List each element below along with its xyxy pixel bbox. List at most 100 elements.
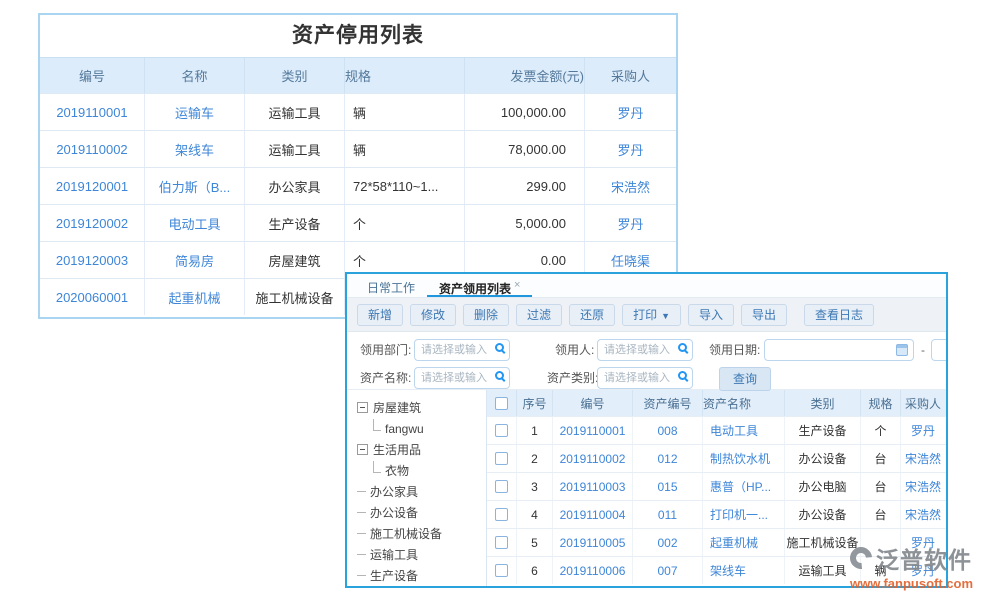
row-checkbox[interactable] <box>495 536 508 549</box>
asset-category: 施工机械设备 <box>245 279 345 315</box>
search-icon[interactable] <box>495 343 504 352</box>
asset-name-link[interactable]: 起重机械 <box>703 529 785 556</box>
asset-name-link[interactable]: 伯力斯（B... <box>145 168 245 204</box>
asset-category-field-wrap <box>597 367 693 389</box>
asset-category: 运输工具 <box>245 131 345 167</box>
tree-node[interactable]: fangwu <box>357 418 486 439</box>
tree-node[interactable]: 办公家具 <box>357 481 486 502</box>
asset-number-link[interactable]: 2019110001 <box>40 94 145 130</box>
row-checkbox[interactable] <box>495 480 508 493</box>
col-header-amount: 发票金额(元) <box>465 58 585 93</box>
invoice-amount: 299.00 <box>465 168 585 204</box>
tab-bar: 日常工作 资产领用列表× <box>347 274 946 298</box>
asset-name-link[interactable]: 打印机一... <box>703 501 785 528</box>
category-tree: 房屋建筑 fangwu 生活用品 衣物 办公家具 办公设备 施工机械设备 运输工… <box>347 390 487 586</box>
asset-category: 办公家具 <box>245 168 345 204</box>
table1-header: 编号 名称 类别 规格 发票金额(元) 采购人 <box>40 57 676 93</box>
search-icon[interactable] <box>678 371 687 380</box>
tab-close-icon[interactable]: × <box>514 279 520 291</box>
asset-name-link[interactable]: 电动工具 <box>145 205 245 241</box>
asset-no-link[interactable]: 015 <box>633 473 703 500</box>
asset-name-link[interactable]: 电动工具 <box>703 417 785 444</box>
asset-number-link[interactable]: 2019120001 <box>40 168 145 204</box>
asset-no-link[interactable]: 007 <box>633 557 703 584</box>
tree-connector <box>373 419 381 431</box>
row-checkbox[interactable] <box>495 508 508 521</box>
seq: 1 <box>517 417 553 444</box>
filter-button[interactable]: 过滤 <box>516 304 562 326</box>
code-link[interactable]: 2019110005 <box>553 529 633 556</box>
asset-name-link[interactable]: 惠普（HP... <box>703 473 785 500</box>
category: 办公电脑 <box>785 473 861 500</box>
date-to-input[interactable] <box>931 339 948 361</box>
asset-no-link[interactable]: 002 <box>633 529 703 556</box>
tree-node[interactable]: 运输工具 <box>357 544 486 565</box>
view-log-button[interactable]: 查看日志 <box>804 304 874 326</box>
code-link[interactable]: 2019110004 <box>553 501 633 528</box>
asset-number-link[interactable]: 2019120003 <box>40 242 145 278</box>
asset-spec: 72*58*110~1... <box>345 168 465 204</box>
col-header-seq: 序号 <box>517 390 553 416</box>
asset-name-link[interactable]: 简易房 <box>145 242 245 278</box>
asset-category: 房屋建筑 <box>245 242 345 278</box>
code-link[interactable]: 2019110002 <box>553 445 633 472</box>
category: 办公设备 <box>785 501 861 528</box>
tree-node[interactable]: 施工机械设备 <box>357 523 486 544</box>
tree-node[interactable]: 办公设备 <box>357 502 486 523</box>
asset-name-link[interactable]: 起重机械 <box>145 279 245 315</box>
tab-daily-work[interactable]: 日常工作 <box>355 274 427 297</box>
tab-asset-requisition-list[interactable]: 资产领用列表× <box>427 274 532 297</box>
col-header-spec: 规格 <box>861 390 901 416</box>
tree-node[interactable]: 衣物 <box>357 460 486 481</box>
collapse-icon[interactable] <box>357 402 368 413</box>
asset-no-link[interactable]: 012 <box>633 445 703 472</box>
asset-name-link[interactable]: 运输车 <box>145 94 245 130</box>
buyer-link[interactable]: 罗丹 <box>901 417 945 444</box>
table-row: 2019110001 运输车 运输工具 辆 100,000.00 罗丹 <box>40 93 676 130</box>
asset-no-link[interactable]: 011 <box>633 501 703 528</box>
tree-node[interactable]: 生产设备 <box>357 565 486 586</box>
tree-node[interactable]: 生活用品 <box>357 439 486 460</box>
export-button[interactable]: 导出 <box>741 304 787 326</box>
asset-no-link[interactable]: 008 <box>633 417 703 444</box>
asset-name-link[interactable]: 架线车 <box>703 557 785 584</box>
row-checkbox[interactable] <box>495 424 508 437</box>
row-checkbox[interactable] <box>495 564 508 577</box>
asset-name-field-wrap <box>414 367 510 389</box>
spec: 台 <box>861 473 901 500</box>
print-button[interactable]: 打印▼ <box>622 304 681 326</box>
select-all-checkbox[interactable] <box>495 397 508 410</box>
edit-button[interactable]: 修改 <box>410 304 456 326</box>
row-checkbox[interactable] <box>495 452 508 465</box>
tree-node[interactable]: 房屋建筑 <box>357 397 486 418</box>
buyer-link[interactable]: 宋浩然 <box>901 501 945 528</box>
query-button[interactable]: 查询 <box>719 367 771 391</box>
asset-name-link[interactable]: 架线车 <box>145 131 245 167</box>
calendar-icon[interactable] <box>896 344 908 356</box>
invoice-amount: 5,000.00 <box>465 205 585 241</box>
code-link[interactable]: 2019110003 <box>553 473 633 500</box>
buyer-link[interactable]: 罗丹 <box>585 131 676 167</box>
date-from-input[interactable] <box>764 339 914 361</box>
asset-number-link[interactable]: 2019120002 <box>40 205 145 241</box>
restore-button[interactable]: 还原 <box>569 304 615 326</box>
add-button[interactable]: 新增 <box>357 304 403 326</box>
buyer-link[interactable]: 罗丹 <box>585 205 676 241</box>
search-icon[interactable] <box>495 371 504 380</box>
asset-spec: 辆 <box>345 94 465 130</box>
seq: 4 <box>517 501 553 528</box>
buyer-link[interactable]: 罗丹 <box>585 94 676 130</box>
code-link[interactable]: 2019110001 <box>553 417 633 444</box>
search-icon[interactable] <box>678 343 687 352</box>
buyer-link[interactable]: 宋浩然 <box>901 445 945 472</box>
buyer-link[interactable]: 宋浩然 <box>585 168 676 204</box>
asset-number-link[interactable]: 2020060001 <box>40 279 145 315</box>
asset-number-link[interactable]: 2019110002 <box>40 131 145 167</box>
asset-name-link[interactable]: 制热饮水机 <box>703 445 785 472</box>
import-button[interactable]: 导入 <box>688 304 734 326</box>
seq: 6 <box>517 557 553 584</box>
collapse-icon[interactable] <box>357 444 368 455</box>
buyer-link[interactable]: 宋浩然 <box>901 473 945 500</box>
delete-button[interactable]: 删除 <box>463 304 509 326</box>
code-link[interactable]: 2019110006 <box>553 557 633 584</box>
